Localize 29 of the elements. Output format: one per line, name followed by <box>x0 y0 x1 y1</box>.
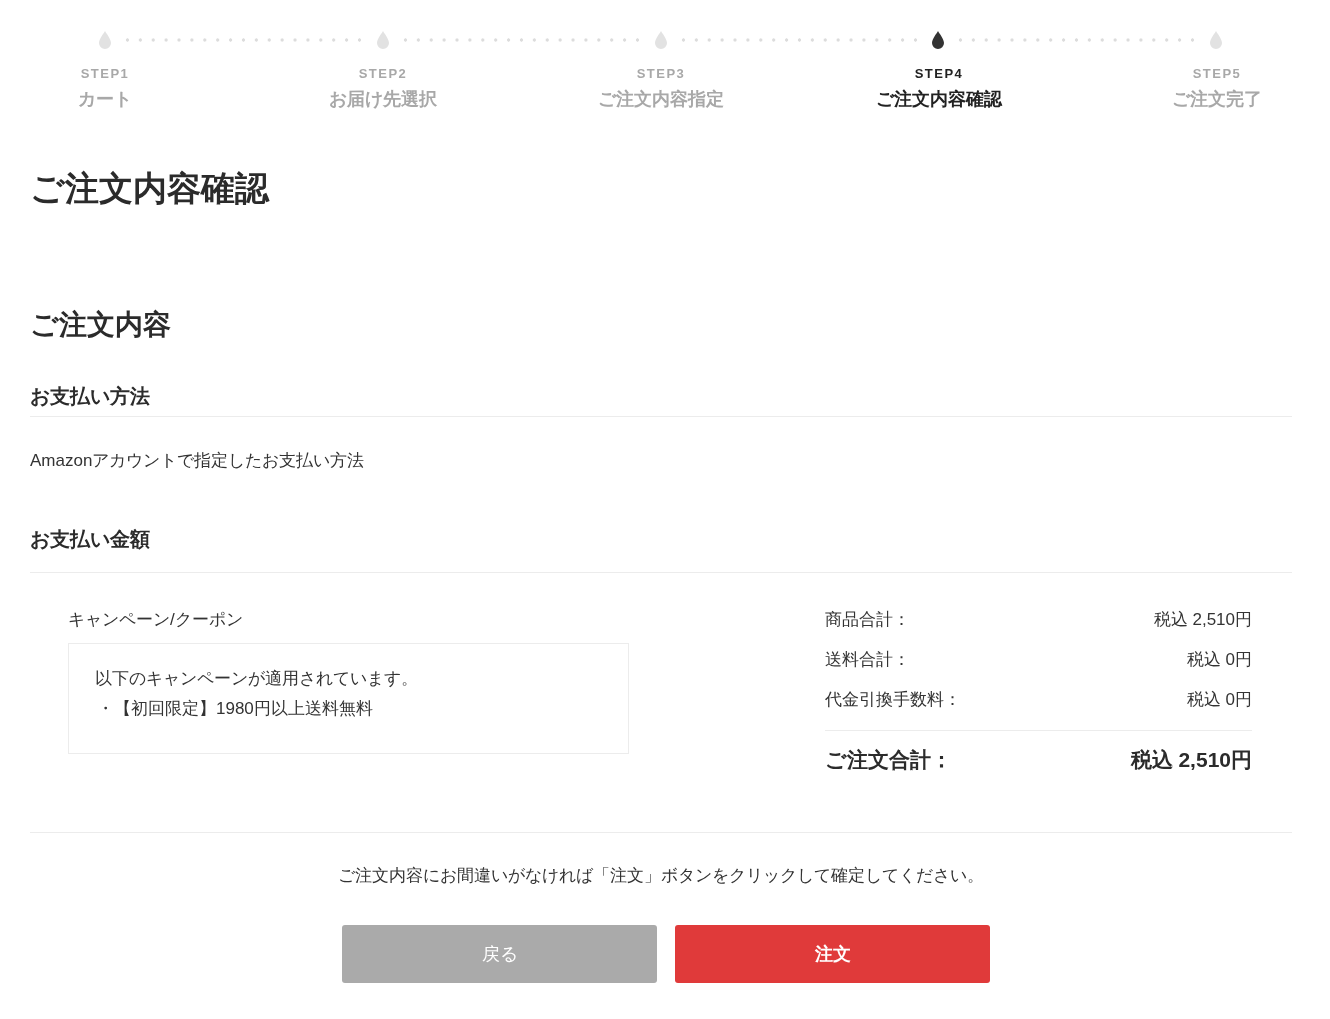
total-label: ご注文合計： <box>825 747 952 773</box>
campaign-item: ・【初回限定】1980円以上送料無料 <box>97 698 373 720</box>
step-number: STEP2 <box>358 66 408 82</box>
step-number: STEP5 <box>1192 66 1242 82</box>
step-title: カート <box>78 88 132 111</box>
summary-label: 送料合計： <box>825 649 910 671</box>
campaign-notice: 以下のキャンペーンが適用されています。 <box>95 668 418 690</box>
step-number: STEP4 <box>914 66 964 82</box>
section-title: ご注文内容 <box>30 308 171 342</box>
step-title: ご注文内容確認 <box>876 88 1002 111</box>
payment-method-text: Amazonアカウントで指定したお支払い方法 <box>30 450 365 472</box>
step-title: お届け先選択 <box>329 88 437 111</box>
page-title: ご注文内容確認 <box>30 168 269 209</box>
campaign-label: キャンペーン/クーポン <box>68 609 243 631</box>
summary-label: 代金引換手数料： <box>825 689 961 711</box>
subsection-title: お支払い方法 <box>30 384 150 409</box>
summary-value: 税込 2,510円 <box>1153 609 1252 631</box>
step-title: ご注文完了 <box>1172 88 1262 111</box>
total-value: 税込 2,510円 <box>1130 747 1252 773</box>
step-number: STEP1 <box>80 66 130 82</box>
confirm-note: ご注文内容にお間違いがなければ「注文」ボタンをクリックして確定してください。 <box>338 865 984 887</box>
step-number: STEP3 <box>636 66 686 82</box>
summary-value: 税込 0円 <box>1186 689 1252 711</box>
step-title: ご注文内容指定 <box>598 88 724 111</box>
summary-label: 商品合計： <box>825 609 910 631</box>
back-button[interactable]: 戻る <box>342 925 657 983</box>
order-button[interactable]: 注文 <box>675 925 990 983</box>
summary-value: 税込 0円 <box>1186 649 1252 671</box>
subsection-title: お支払い金額 <box>30 527 150 552</box>
